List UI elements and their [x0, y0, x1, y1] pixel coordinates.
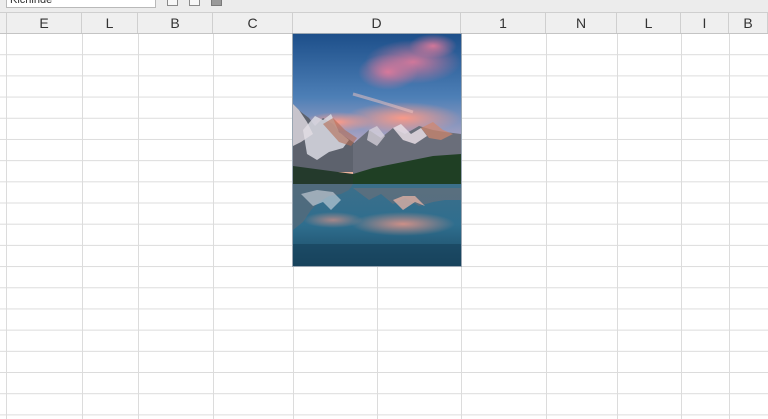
gridline: [82, 34, 83, 419]
gridline: [729, 34, 730, 419]
column-header[interactable]: C: [213, 13, 293, 33]
gridline: [617, 34, 618, 419]
gridline: [213, 34, 214, 419]
sum-icon[interactable]: [189, 0, 200, 6]
function-wizard-icon[interactable]: [167, 0, 178, 6]
toolbar: Kichinde: [0, 0, 768, 13]
gridline: [461, 34, 462, 419]
gridline: [681, 34, 682, 419]
column-header[interactable]: E: [6, 13, 82, 33]
landscape-image: [293, 34, 461, 266]
column-header[interactable]: 1: [461, 13, 546, 33]
column-header[interactable]: D: [293, 13, 461, 33]
column-header[interactable]: L: [82, 13, 138, 33]
gridline: [138, 34, 139, 419]
column-header[interactable]: L: [617, 13, 681, 33]
column-header-row: E L B C D 1 N L I B: [0, 13, 768, 34]
inserted-picture[interactable]: [293, 34, 461, 266]
formula-icon[interactable]: [211, 0, 222, 6]
gridline: [6, 34, 7, 419]
gridline: [546, 34, 547, 419]
column-header[interactable]: B: [729, 13, 768, 33]
column-header[interactable]: B: [138, 13, 213, 33]
column-header[interactable]: I: [681, 13, 729, 33]
column-header[interactable]: N: [546, 13, 617, 33]
name-box[interactable]: Kichinde: [6, 0, 156, 8]
